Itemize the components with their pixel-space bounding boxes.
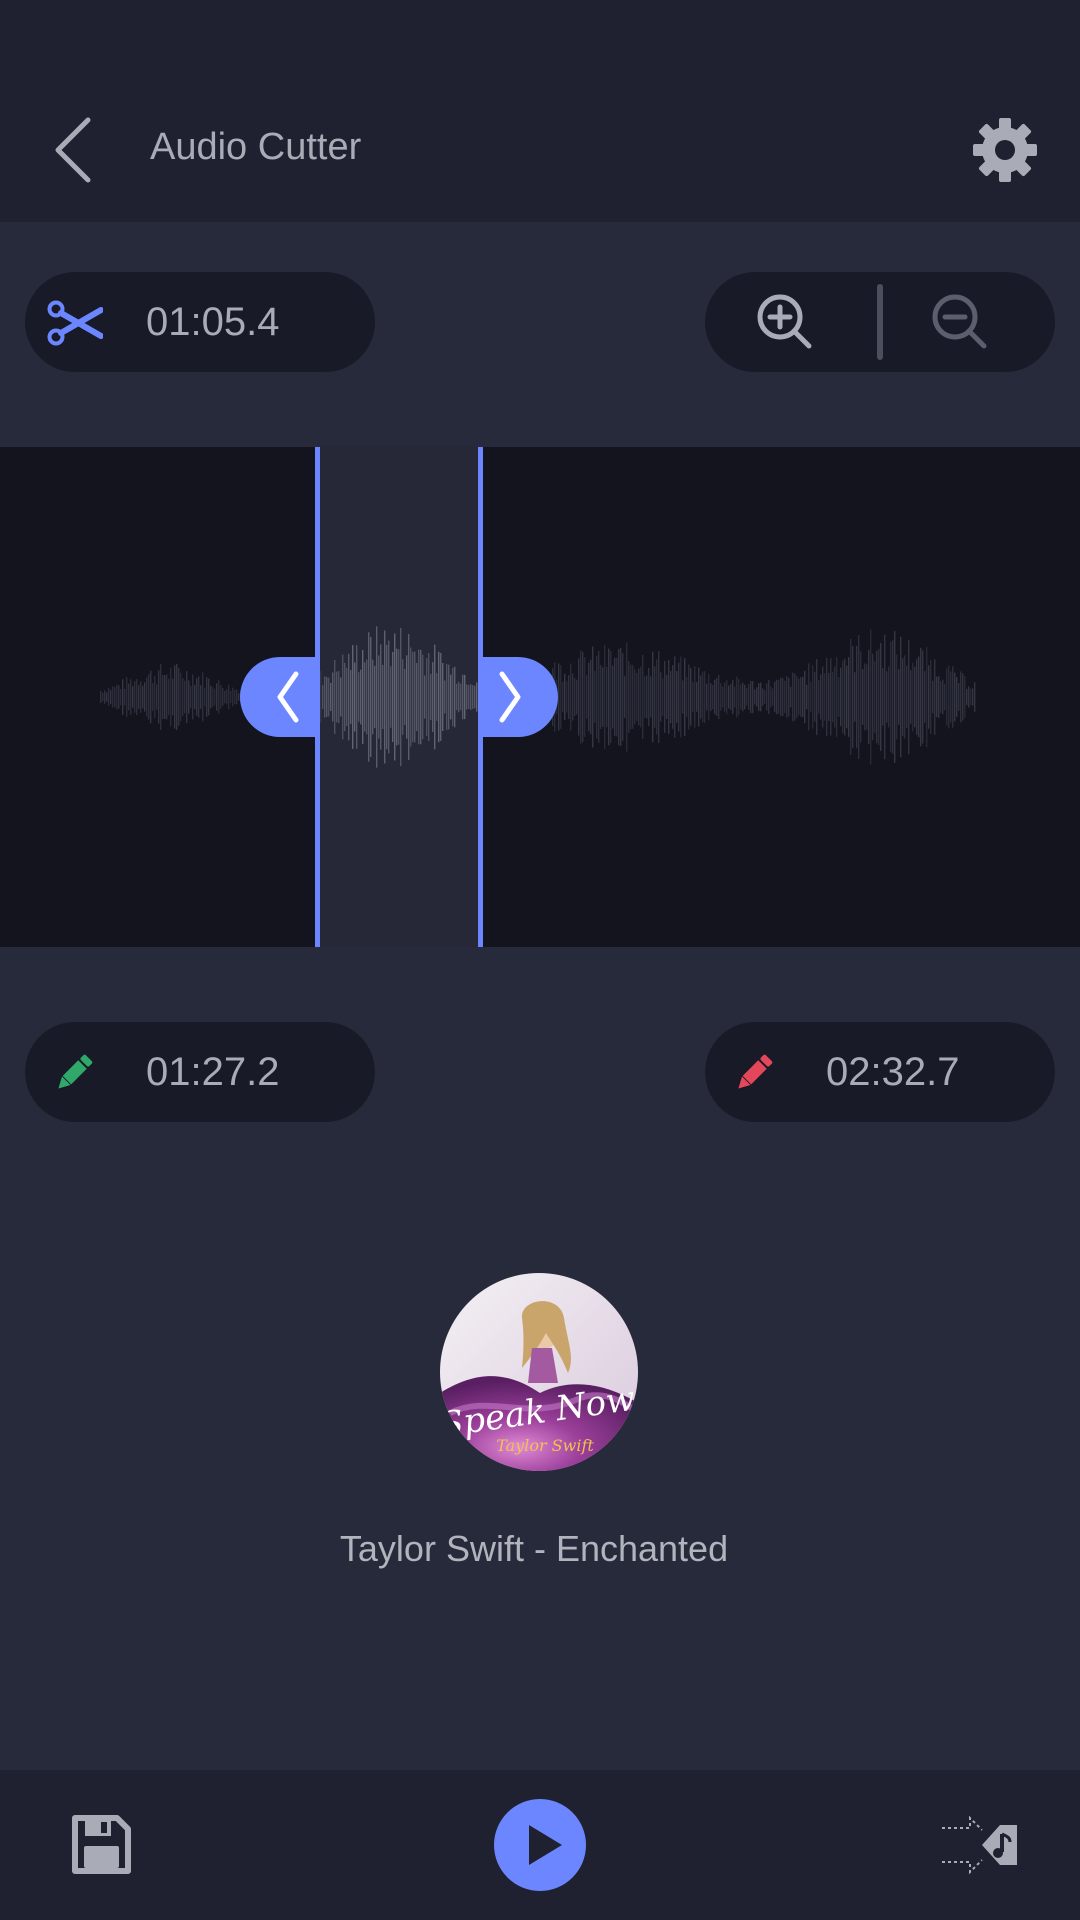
zoom-divider (877, 284, 883, 360)
scissors-icon (47, 300, 103, 346)
gear-icon (973, 118, 1037, 182)
play-icon (529, 1825, 562, 1865)
album-art: Speak Now Taylor Swift (440, 1273, 638, 1471)
music-export-icon (942, 1815, 1017, 1875)
zoom-in-icon (757, 294, 812, 349)
zoom-in-button[interactable] (755, 292, 815, 352)
settings-button[interactable] (970, 115, 1040, 185)
pencil-icon (58, 1054, 93, 1089)
app-header (0, 0, 1080, 222)
play-button[interactable] (494, 1799, 586, 1891)
save-button[interactable] (65, 1810, 135, 1880)
zoom-controls (705, 272, 1055, 372)
end-time-pill[interactable]: 02:32.7 (705, 1022, 1055, 1122)
start-time-pill[interactable]: 01:27.2 (25, 1022, 375, 1122)
chevron-left-icon (55, 117, 91, 183)
end-handle[interactable] (478, 657, 558, 737)
selection-duration-pill[interactable]: 01:05.4 (25, 272, 375, 372)
album-artist-text: Taylor Swift (496, 1436, 594, 1455)
zoom-out-icon (932, 294, 987, 349)
selection-duration: 01:05.4 (146, 300, 280, 344)
back-button[interactable] (40, 105, 120, 195)
start-time: 01:27.2 (146, 1050, 280, 1094)
end-time: 02:32.7 (826, 1050, 960, 1094)
export-button[interactable] (940, 1810, 1020, 1880)
start-handle[interactable] (240, 657, 320, 737)
floppy-disk-icon (72, 1815, 131, 1874)
zoom-out-button[interactable] (930, 292, 990, 352)
page-title: Audio Cutter (150, 126, 362, 168)
song-title: Taylor Swift - Enchanted (339, 1528, 729, 1569)
waveform (100, 447, 976, 947)
pencil-icon (738, 1054, 773, 1089)
